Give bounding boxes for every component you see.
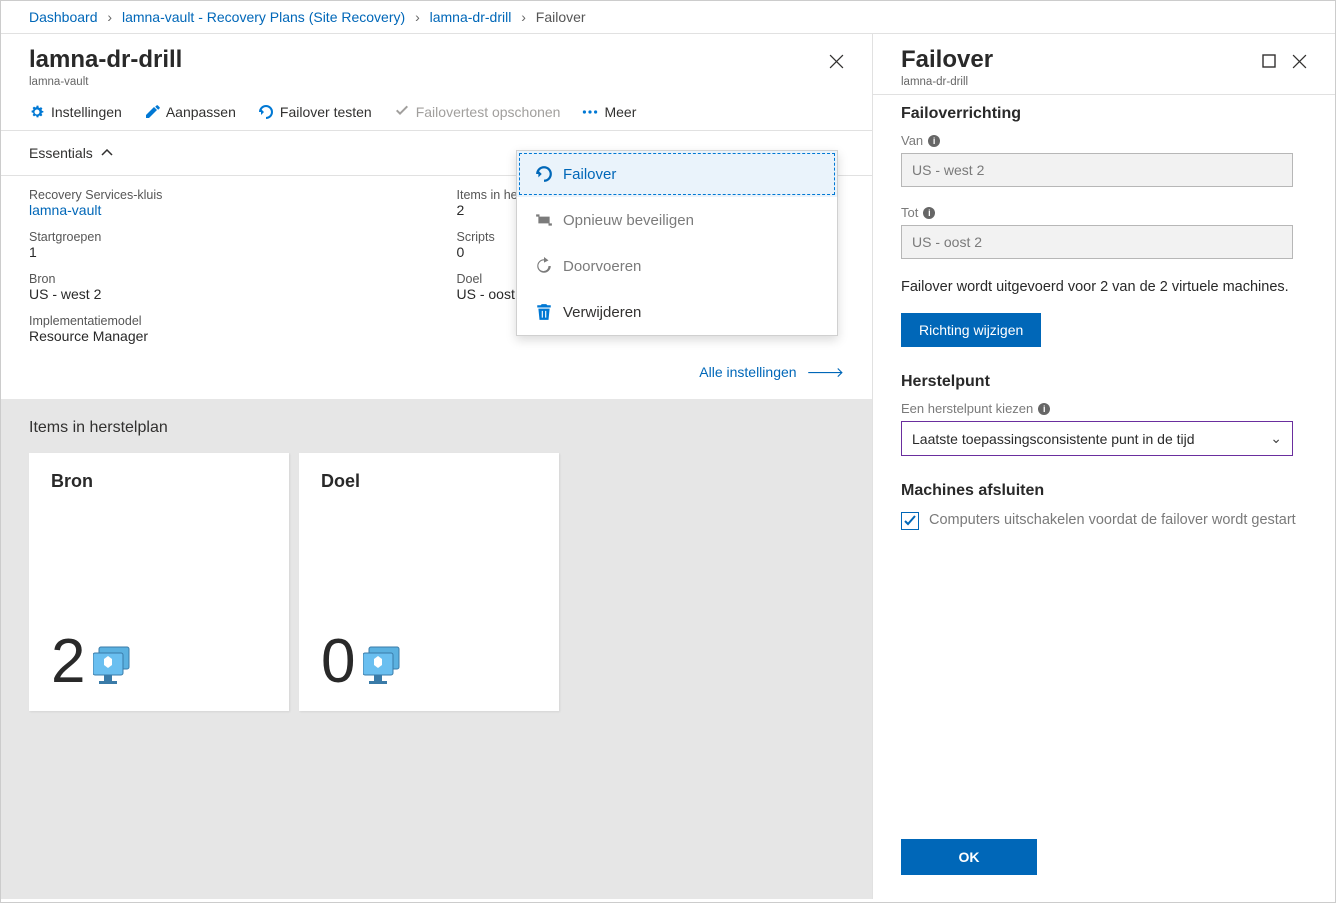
more-button[interactable]: Meer: [582, 104, 636, 120]
tile-target[interactable]: Doel 0: [299, 453, 559, 711]
failover-info-text: Failover wordt uitgevoerd voor 2 van de …: [901, 277, 1307, 297]
menu-item-reprotect[interactable]: Opnieuw beveiligen: [517, 197, 837, 243]
tile-title: Doel: [321, 471, 537, 492]
trash-icon: [535, 303, 553, 321]
breadcrumb-item[interactable]: lamna-vault - Recovery Plans (Site Recov…: [122, 9, 405, 25]
failover-test-icon: [258, 104, 274, 120]
ok-button[interactable]: OK: [901, 839, 1037, 875]
more-menu: Failover Opnieuw beveiligen Doorvoeren V…: [516, 150, 838, 336]
tile-source[interactable]: Bron 2: [29, 453, 289, 711]
ess-label-start-groups: Startgroepen: [29, 230, 417, 244]
menu-label: Failover: [563, 166, 616, 183]
direction-heading: Failoverrichting: [901, 105, 1307, 123]
recovery-point-select[interactable]: Laatste toepassingsconsistente punt in d…: [901, 421, 1293, 456]
vm-icon: [363, 645, 401, 679]
breadcrumb-item[interactable]: Dashboard: [29, 9, 98, 25]
arrow-right-icon: 🡒: [806, 364, 844, 380]
to-field: [901, 225, 1293, 259]
essentials-label: Essentials: [29, 145, 93, 161]
tile-title: Bron: [51, 471, 267, 492]
test-failover-label: Failover testen: [280, 104, 372, 120]
from-field: [901, 153, 1293, 187]
ess-value-start-groups: 1: [29, 244, 417, 260]
tile-count: 0: [321, 631, 355, 693]
panel-title: Failover: [901, 46, 993, 74]
restore-button[interactable]: [1262, 54, 1276, 69]
settings-button[interactable]: Instellingen: [29, 104, 122, 120]
test-failover-button[interactable]: Failover testen: [258, 104, 372, 120]
info-icon[interactable]: i: [928, 135, 940, 147]
pencil-icon: [144, 104, 160, 120]
ess-value-source: US - west 2: [29, 286, 417, 302]
items-heading: Items in herstelplan: [29, 419, 844, 437]
close-button[interactable]: [829, 54, 844, 69]
menu-label: Doorvoeren: [563, 258, 641, 275]
to-label: Tot: [901, 205, 918, 220]
ess-label-source: Bron: [29, 272, 417, 286]
change-direction-button[interactable]: Richting wijzigen: [901, 313, 1041, 347]
ess-value-deployment-model: Resource Manager: [29, 328, 417, 344]
vm-icon: [93, 645, 131, 679]
recovery-point-value: Laatste toepassingsconsistente punt in d…: [912, 431, 1195, 447]
shutdown-checkbox-label: Computers uitschakelen voordat de failov…: [929, 510, 1296, 530]
ess-link-recovery-vault[interactable]: lamna-vault: [29, 202, 417, 218]
settings-label: Instellingen: [51, 104, 122, 120]
cleanup-label: Failovertest opschonen: [416, 104, 561, 120]
more-icon: [582, 104, 598, 120]
chevron-up-icon: [101, 149, 113, 157]
recovery-point-label: Een herstelpunt kiezen: [901, 401, 1033, 416]
customize-button[interactable]: Aanpassen: [144, 104, 236, 120]
reprotect-icon: [535, 211, 553, 229]
menu-label: Verwijderen: [563, 304, 641, 321]
cleanup-test-button: Failovertest opschonen: [394, 104, 561, 120]
menu-label: Opnieuw beveiligen: [563, 212, 694, 229]
recovery-point-heading: Herstelpunt: [901, 373, 1307, 391]
menu-item-delete[interactable]: Verwijderen: [517, 289, 837, 335]
all-settings-label: Alle instellingen: [699, 364, 796, 380]
info-icon[interactable]: i: [923, 207, 935, 219]
chevron-down-icon: ⌄: [1270, 430, 1282, 447]
shutdown-checkbox[interactable]: [901, 512, 919, 530]
panel-subtitle: lamna-dr-drill: [901, 76, 993, 88]
toolbar: Instellingen Aanpassen Failover testen F…: [1, 94, 872, 131]
breadcrumb-item[interactable]: lamna-dr-drill: [430, 9, 512, 25]
customize-label: Aanpassen: [166, 104, 236, 120]
breadcrumb-current: Failover: [536, 9, 586, 25]
page-title: lamna-dr-drill: [29, 46, 182, 74]
gear-icon: [29, 104, 45, 120]
checkmark-icon: [394, 104, 410, 120]
info-icon[interactable]: i: [1038, 403, 1050, 415]
chevron-right-icon: ›: [107, 9, 112, 25]
ess-label-recovery-vault: Recovery Services-kluis: [29, 188, 417, 202]
menu-item-commit[interactable]: Doorvoeren: [517, 243, 837, 289]
from-label: Van: [901, 133, 923, 148]
breadcrumb: Dashboard › lamna-vault - Recovery Plans…: [1, 1, 1335, 34]
close-button[interactable]: [1292, 54, 1307, 69]
more-label: Meer: [604, 104, 636, 120]
chevron-right-icon: ›: [521, 9, 526, 25]
failover-icon: [535, 165, 553, 183]
shutdown-heading: Machines afsluiten: [901, 482, 1307, 500]
ess-label-deployment-model: Implementatiemodel: [29, 314, 417, 328]
all-settings-link[interactable]: Alle instellingen 🡒: [699, 364, 844, 380]
chevron-right-icon: ›: [415, 9, 420, 25]
commit-icon: [535, 257, 553, 275]
menu-item-failover[interactable]: Failover: [517, 151, 837, 197]
tile-count: 2: [51, 631, 85, 693]
page-subtitle: lamna-vault: [29, 76, 182, 88]
